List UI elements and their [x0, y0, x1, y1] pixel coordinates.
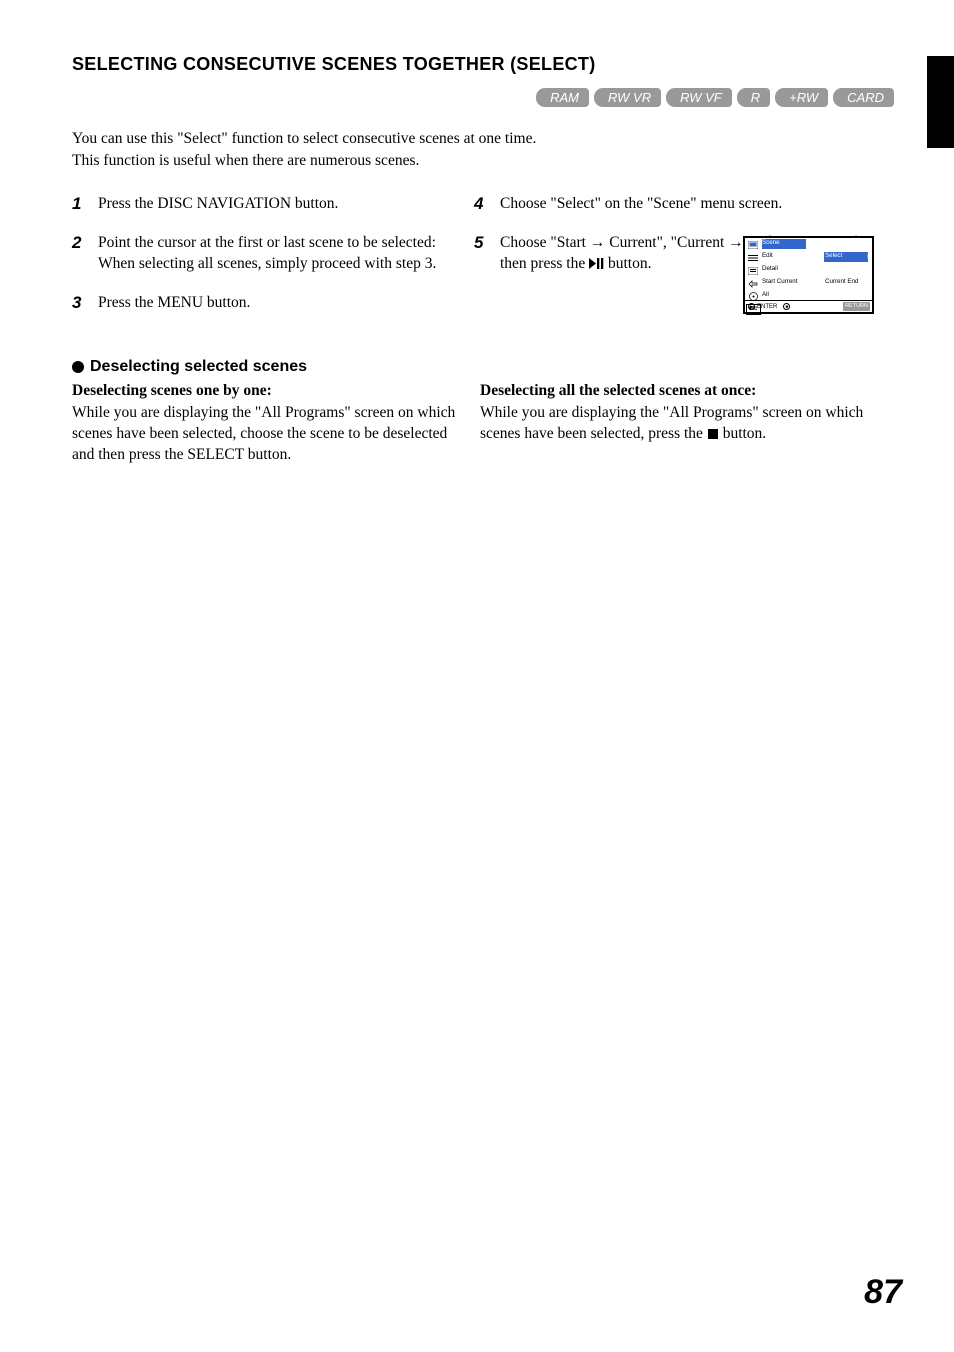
arrow-icon: → [590, 234, 606, 251]
return-ring-icon: ■ [783, 303, 790, 310]
pill-ram: RAM [536, 88, 589, 107]
bullet-icon [72, 361, 84, 373]
play-pause-icon [589, 255, 604, 276]
chevron-right-icon: › [867, 239, 869, 248]
menu-row-select: Select [825, 252, 842, 260]
menu-row-all: All [762, 291, 769, 299]
step-4: 4 Choose "Select" on the "Scene" menu sc… [474, 194, 874, 215]
intro-line-2: This function is useful when there are n… [72, 151, 894, 172]
pill-rwvf: RW VF [666, 88, 732, 107]
menu-row-edit: Edit [762, 252, 773, 260]
step-2-text: Point the cursor at the first or last sc… [98, 233, 464, 275]
menu-row-start-current: Start Current [762, 278, 797, 286]
arrow-icon: → [728, 234, 744, 251]
intro-text: You can use this "Select" function to se… [72, 129, 894, 172]
step-1-text: Press the DISC NAVIGATION button. [98, 194, 464, 215]
goto-icon [745, 277, 761, 290]
step-5-number: 5 [474, 233, 492, 253]
format-pill-row: RAM RW VR RW VF R +RW CARD [72, 88, 894, 107]
step-2: 2 Point the cursor at the first or last … [72, 233, 464, 275]
steps-area: 1 Press the DISC NAVIGATION button. 2 Po… [72, 194, 894, 332]
intro-line-1: You can use this "Select" function to se… [72, 129, 894, 150]
pill-plusrw: +RW [775, 88, 828, 107]
deselect-all-title: Deselecting all the selected scenes at o… [480, 381, 880, 402]
edge-tab [927, 56, 954, 148]
step-3-text: Press the MENU button. [98, 293, 464, 314]
step-3: 3 Press the MENU button. [72, 293, 464, 314]
deselect-one-body: While you are displaying the "All Progra… [72, 403, 466, 466]
step-2-number: 2 [72, 233, 90, 253]
step-4-number: 4 [474, 194, 492, 214]
scene-icon [745, 238, 761, 251]
section-title: SELECTING CONSECUTIVE SCENES TOGETHER (S… [72, 52, 894, 76]
deselect-one-title: Deselecting scenes one by one: [72, 381, 466, 402]
stop-icon [708, 429, 718, 439]
step-3-number: 3 [72, 293, 90, 313]
playlist-icon [745, 264, 761, 277]
menu-screen-figure: etc Scene › Edit Select › Detail Sta [743, 236, 874, 314]
deselect-title: Deselecting selected scenes [90, 356, 307, 378]
step-4-text: Choose "Select" on the "Scene" menu scre… [500, 194, 874, 215]
page-number: 87 [864, 1270, 902, 1316]
step-1: 1 Press the DISC NAVIGATION button. [72, 194, 464, 215]
pill-card: CARD [833, 88, 894, 107]
deselect-all-body: While you are displaying the "All Progra… [480, 403, 880, 445]
enter-ring-icon: ▶ [748, 303, 755, 310]
list-icon [745, 251, 761, 264]
menu-row-detail: Detail [762, 265, 778, 273]
deselect-columns: Deselecting scenes one by one: While you… [72, 381, 894, 466]
pill-r: R [737, 88, 770, 107]
menu-footer: ▶ENTER ■ RETURN [745, 300, 872, 312]
chevron-right-icon: › [867, 252, 869, 261]
step-1-number: 1 [72, 194, 90, 214]
deselect-heading-row: Deselecting selected scenes [72, 356, 894, 378]
pill-rwvr: RW VR [594, 88, 661, 107]
menu-row-current-end: Current End [825, 278, 858, 286]
return-caption: RETURN [843, 302, 870, 310]
menu-row-scene: Scene [762, 239, 780, 247]
